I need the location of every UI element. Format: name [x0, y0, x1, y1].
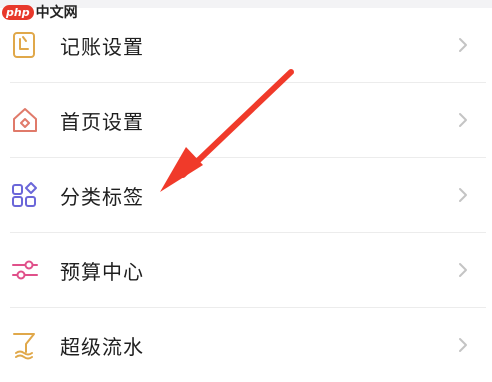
- menu-item-label: 预算中心: [60, 259, 144, 284]
- chevron-right-icon: [456, 186, 470, 204]
- menu-item-label: 记账设置: [60, 34, 144, 59]
- menu-item-label: 分类标签: [60, 184, 144, 209]
- menu-item-super-flow[interactable]: 超级流水: [0, 308, 492, 382]
- watermark-badge: php: [2, 4, 34, 20]
- chevron-right-icon: [456, 336, 470, 354]
- chevron-right-icon: [456, 261, 470, 279]
- flow-icon: [10, 330, 40, 360]
- menu-item-label: 超级流水: [60, 334, 144, 359]
- watermark-text: 中文网: [35, 5, 78, 21]
- chevron-right-icon: [456, 36, 470, 54]
- menu-item-category-tags[interactable]: 分类标签: [0, 158, 492, 232]
- site-watermark: php 中文网: [2, 1, 78, 23]
- sliders-icon: [10, 255, 40, 285]
- bookkeeping-icon: [10, 30, 40, 60]
- category-icon: [10, 180, 40, 210]
- menu-item-label: 首页设置: [60, 109, 144, 134]
- home-icon: [10, 105, 40, 135]
- menu-item-home-settings[interactable]: 首页设置: [0, 83, 492, 157]
- chevron-right-icon: [456, 111, 470, 129]
- menu-item-budget-center[interactable]: 预算中心: [0, 233, 492, 307]
